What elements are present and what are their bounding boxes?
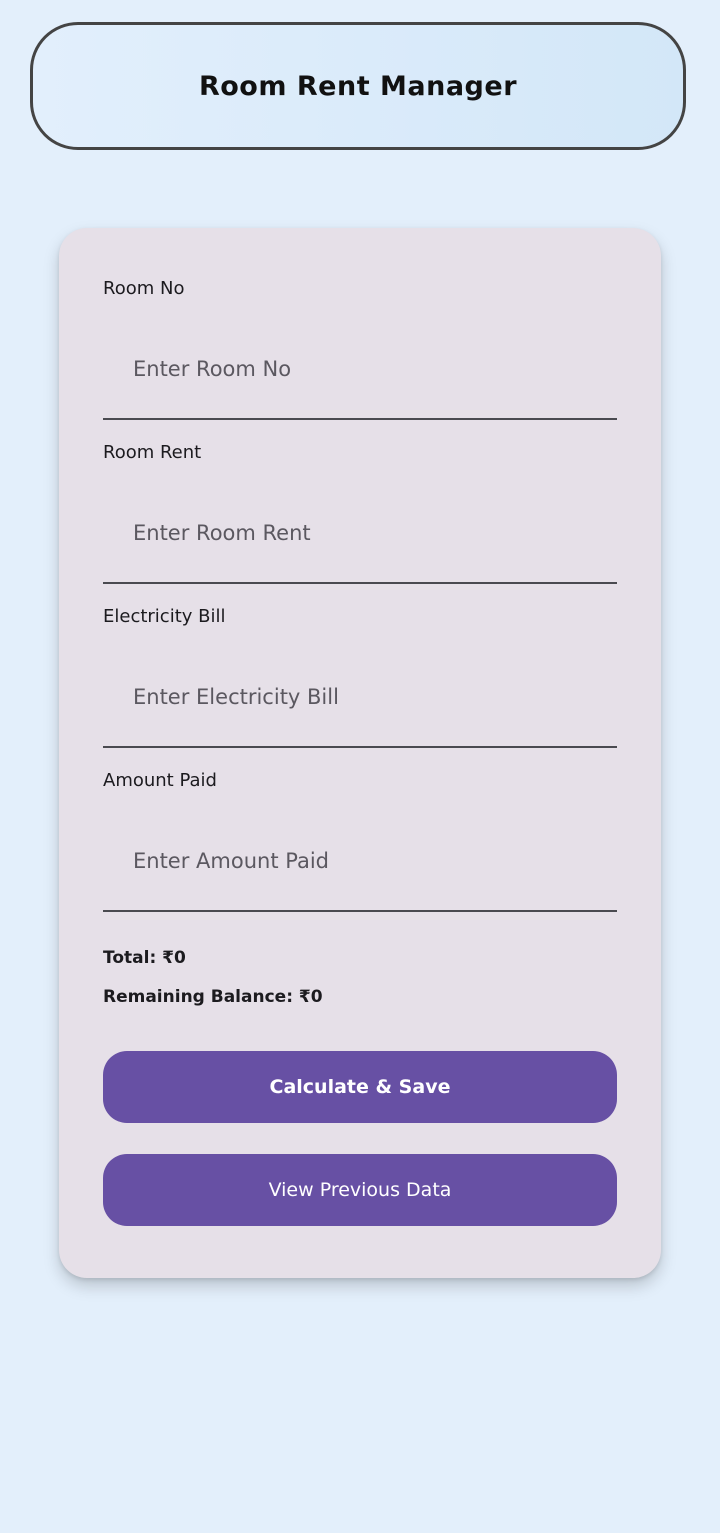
- amount-paid-label: Amount Paid: [103, 770, 217, 791]
- electricity-bill-label: Electricity Bill: [103, 606, 226, 627]
- amount-paid-input[interactable]: [103, 812, 617, 912]
- remaining-balance-text: Remaining Balance: ₹0: [103, 987, 323, 1007]
- view-previous-data-button[interactable]: View Previous Data: [103, 1154, 617, 1226]
- app-header: Room Rent Manager: [30, 22, 686, 150]
- rent-form-card: Room No Room Rent Electricity Bill Amoun…: [59, 228, 661, 1278]
- room-no-input[interactable]: [103, 320, 617, 420]
- room-rent-label: Room Rent: [103, 442, 202, 463]
- room-no-label: Room No: [103, 278, 185, 299]
- total-text: Total: ₹0: [103, 948, 186, 968]
- calculate-save-button[interactable]: Calculate & Save: [103, 1051, 617, 1123]
- electricity-bill-input[interactable]: [103, 648, 617, 748]
- room-rent-input[interactable]: [103, 484, 617, 584]
- app-title: Room Rent Manager: [198, 70, 518, 102]
